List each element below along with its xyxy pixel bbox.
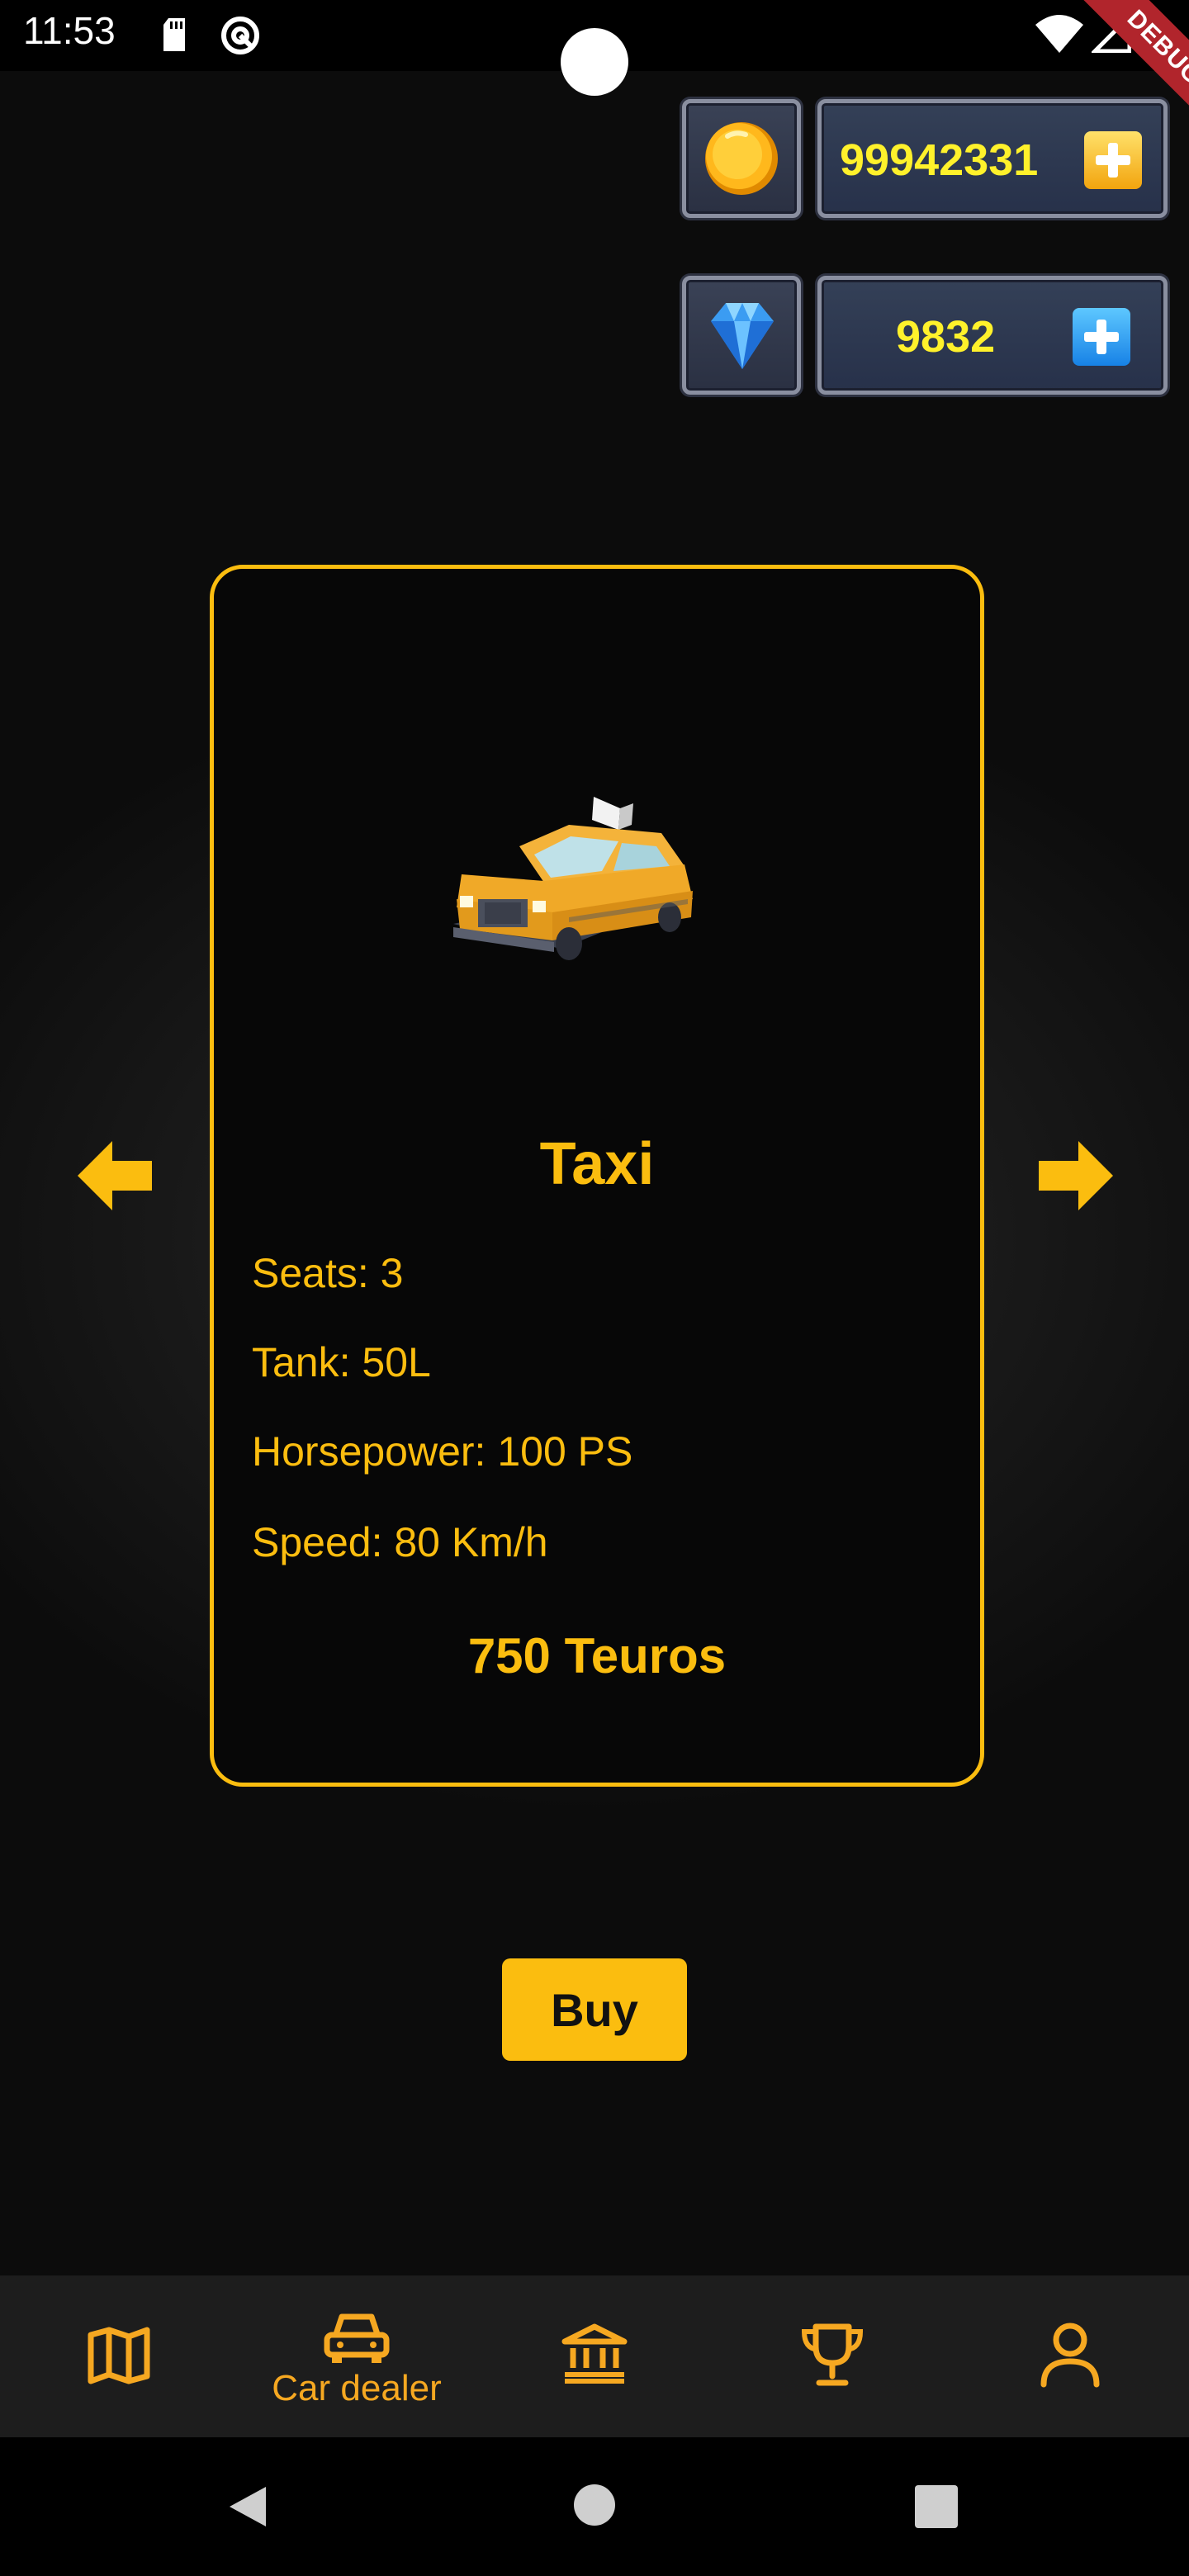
spec-seats: Seats: 3 xyxy=(252,1250,404,1296)
nav-trophy[interactable] xyxy=(713,2275,951,2437)
gems-value: 9832 xyxy=(896,312,996,362)
camera-cutout xyxy=(561,28,628,96)
bank-icon xyxy=(561,2323,628,2384)
nav-profile[interactable] xyxy=(951,2275,1189,2437)
gem-icon-box xyxy=(682,276,801,395)
sd-card-icon xyxy=(163,18,185,51)
vpn-icon xyxy=(221,17,259,54)
add-coins-button[interactable] xyxy=(1084,131,1142,189)
bottom-navigation: Car dealer xyxy=(0,2275,1189,2437)
recents-icon[interactable] xyxy=(915,2485,958,2528)
home-icon[interactable] xyxy=(573,2484,616,2526)
gold-coin-icon xyxy=(705,122,778,195)
spec-horsepower: Horsepower: 100 PS xyxy=(252,1428,633,1475)
status-time: 11:53 xyxy=(23,9,116,52)
coins-balance[interactable]: 99942331 xyxy=(817,99,1168,218)
car-card: Taxi Seats: 3 Tank: 50L Horsepower: 100 … xyxy=(210,565,984,1787)
spec-tank: Tank: 50L xyxy=(252,1339,431,1385)
car-icon xyxy=(324,2313,390,2363)
map-icon xyxy=(88,2327,150,2384)
add-gems-button[interactable] xyxy=(1073,308,1130,366)
person-icon xyxy=(1040,2323,1100,2388)
trophy-icon xyxy=(801,2323,864,2386)
status-bar: 11:53 DEBUG xyxy=(0,0,1189,158)
nav-label-car-dealer: Car dealer xyxy=(272,2368,442,2408)
wifi-icon xyxy=(1035,15,1083,53)
nav-car-dealer[interactable]: Car dealer xyxy=(238,2275,476,2437)
system-navigation-bar xyxy=(0,2437,1189,2576)
back-icon[interactable] xyxy=(225,2484,271,2530)
coins-value: 99942331 xyxy=(840,135,1039,185)
car-price: 750 Teuros xyxy=(467,1628,727,1683)
taxi-image xyxy=(453,797,693,960)
nav-map[interactable] xyxy=(0,2275,238,2437)
buy-button[interactable]: Buy xyxy=(502,1958,687,2061)
car-name: Taxi xyxy=(539,1131,655,1197)
coin-icon-box xyxy=(682,99,801,218)
spec-speed: Speed: 80 Km/h xyxy=(252,1519,548,1565)
nav-bank[interactable] xyxy=(476,2275,713,2437)
diamond-icon xyxy=(711,303,774,369)
gems-balance[interactable]: 9832 xyxy=(817,276,1168,395)
next-arrow-icon[interactable] xyxy=(1035,1134,1118,1217)
previous-arrow-icon[interactable] xyxy=(73,1134,155,1217)
